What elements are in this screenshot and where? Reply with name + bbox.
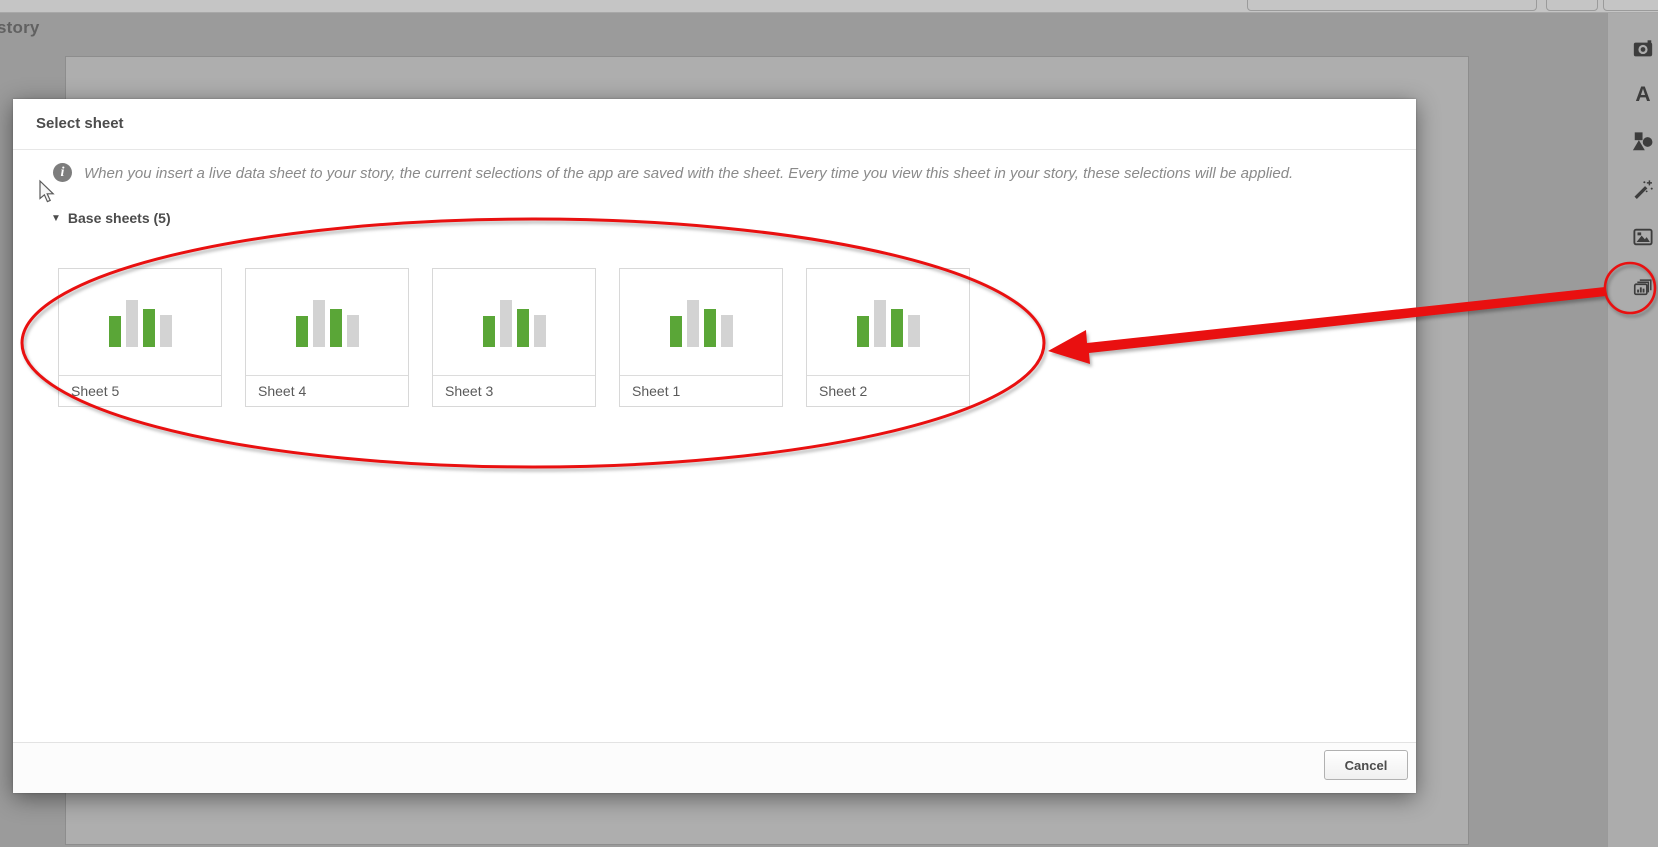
sheet-thumbnail	[433, 269, 595, 376]
sheet-card[interactable]: Sheet 4	[245, 268, 409, 407]
collapse-caret-icon: ▼	[51, 212, 61, 224]
sheet-card[interactable]: Sheet 1	[619, 268, 783, 407]
snapshot-camera-icon[interactable]	[1632, 38, 1654, 60]
bar-chart-icon	[669, 300, 733, 347]
toolbar-partial-button-3[interactable]	[1603, 0, 1658, 11]
toolbar-partial-button-2[interactable]	[1546, 0, 1598, 11]
sheet-card[interactable]: Sheet 3	[432, 268, 596, 407]
info-icon: i	[53, 163, 72, 182]
info-banner: i When you insert a live data sheet to y…	[53, 163, 1386, 183]
bar-chart-icon	[295, 300, 359, 347]
story-title: story	[0, 18, 40, 37]
sheet-thumbnail	[59, 269, 221, 376]
sheet-card-label: Sheet 5	[71, 383, 120, 399]
media-image-icon[interactable]	[1632, 226, 1654, 248]
sheet-thumbnail	[620, 269, 782, 376]
text-tool-icon[interactable]: A	[1632, 83, 1654, 105]
sheet-thumbnail	[807, 269, 969, 376]
bar-chart-icon	[856, 300, 920, 347]
shapes-tool-icon[interactable]	[1632, 131, 1654, 153]
sheet-card[interactable]: Sheet 5	[58, 268, 222, 407]
dialog-header: Select sheet	[13, 99, 1416, 150]
cancel-button[interactable]: Cancel	[1324, 750, 1408, 780]
select-sheet-dialog: Select sheet i When you insert a live da…	[13, 99, 1416, 793]
sheet-card-label: Sheet 1	[632, 383, 681, 399]
sheet-card-label: Sheet 2	[819, 383, 868, 399]
sheet-thumbnail	[246, 269, 408, 376]
sheet-card-label: Sheet 4	[258, 383, 307, 399]
bar-chart-icon	[482, 300, 546, 347]
info-text: When you insert a live data sheet to you…	[84, 165, 1294, 182]
dialog-footer: Cancel	[13, 742, 1416, 793]
app-window: { "app": { "story_title_partial": "story…	[0, 0, 1658, 847]
dialog-title: Select sheet	[36, 115, 124, 132]
toolbar-partial-button-1[interactable]	[1247, 0, 1537, 11]
sheet-card-label: Sheet 3	[445, 383, 494, 399]
bar-chart-icon	[108, 300, 172, 347]
svg-text:A: A	[1635, 83, 1650, 105]
sheet-card[interactable]: Sheet 2	[806, 268, 970, 407]
base-sheets-label: Base sheets (5)	[67, 210, 171, 226]
story-tools-sidebar: A	[1607, 13, 1658, 847]
sheet-grid: Sheet 5 Sheet 4 Sheet 3 Sheet 1 Sheet 2	[58, 268, 993, 407]
top-toolbar-strip	[0, 0, 1658, 13]
effects-wand-icon[interactable]	[1632, 179, 1654, 201]
live-data-sheet-chart-icon[interactable]	[1632, 276, 1654, 298]
base-sheets-section-toggle[interactable]: ▼ Base sheets (5)	[51, 210, 171, 226]
